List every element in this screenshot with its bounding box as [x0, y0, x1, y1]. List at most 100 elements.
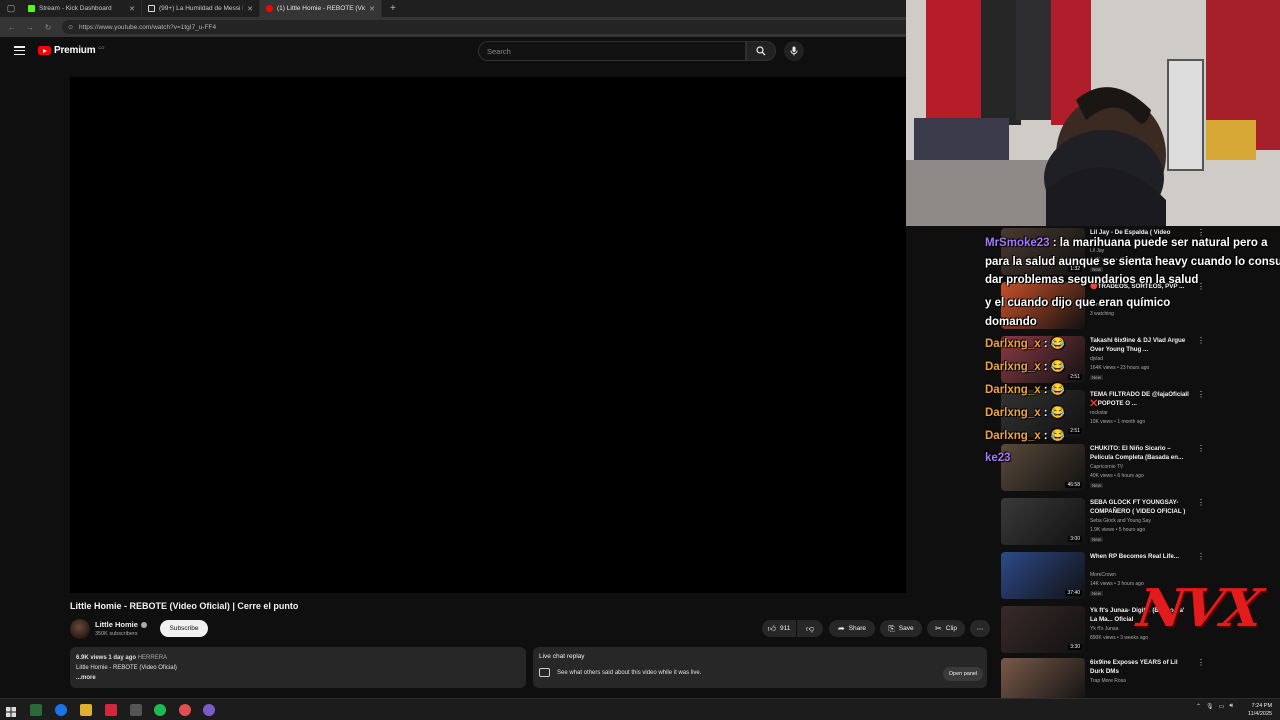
tab-tiktok[interactable]: (99+) La Humildad de Messi El M... ✕	[142, 0, 260, 17]
system-tray[interactable]: ⌃ 🎙︎ ▭ 🔊︎	[1196, 703, 1233, 710]
upload-age: 1 day ago	[108, 655, 137, 661]
recommendation-thumbnail[interactable]: 3:30	[1001, 606, 1085, 653]
tab-youtube-video[interactable]: (1) Little Homie - REBOTE (Video ✕	[260, 0, 382, 17]
recommendation-channel[interactable]: djvlad	[1090, 356, 1103, 362]
recommendation-views: 14K views • 3 hours ago	[1090, 581, 1144, 587]
search-button[interactable]	[746, 41, 776, 61]
chat-separator: :	[1040, 430, 1051, 442]
recommendation-channel[interactable]: Trap More Rosa	[1090, 678, 1126, 684]
youtube-premium-logo[interactable]: Premium CO	[38, 45, 104, 56]
more-horizontal-icon: ⋯	[976, 625, 984, 633]
pen-icon[interactable]	[130, 704, 142, 716]
voice-search-button[interactable]	[784, 41, 804, 61]
search-icon	[756, 46, 766, 56]
recommendation-title[interactable]: Takashi 6ix9ine & DJ Vlad Argue Over You…	[1090, 336, 1190, 354]
recommendation-channel[interactable]: Seba Glock and Young Say	[1090, 518, 1151, 524]
more-vert-icon[interactable]: ⋮	[1197, 498, 1205, 507]
menu-icon[interactable]	[14, 46, 25, 55]
chevron-up-icon[interactable]: ⌃	[1196, 703, 1201, 710]
recommendation-channel[interactable]: MoreCrown	[1090, 572, 1116, 578]
tab-kick-dashboard[interactable]: Stream - Kick Dashboard ✕	[22, 0, 142, 17]
more-vert-icon[interactable]: ⋮	[1197, 444, 1205, 453]
thumbs-down-icon: 👎︎	[805, 623, 815, 633]
recommendation-channel[interactable]: rockstar	[1090, 410, 1108, 416]
description-tag: HERRERA	[137, 655, 168, 661]
recommendation-title[interactable]: SEBA GLOCK FT YOUNGSAY- COMPAÑERO ( VIDE…	[1090, 498, 1190, 516]
app-icon-red[interactable]	[105, 704, 117, 716]
screen: ▢ Stream - Kick Dashboard ✕ (99+) La Hum…	[0, 0, 1280, 720]
forward-icon[interactable]: →	[24, 23, 36, 32]
close-tab-icon[interactable]: ✕	[129, 5, 135, 13]
back-icon[interactable]: ←	[6, 23, 18, 32]
tab-label: (99+) La Humildad de Messi El M...	[159, 5, 243, 12]
subscribe-button[interactable]: Subscribe	[160, 620, 208, 637]
recommendation-thumbnail[interactable]: 46:58	[1001, 444, 1085, 491]
chat-text: la marihuana puede ser natural pero a	[1059, 237, 1268, 249]
duration-badge: 46:58	[1065, 482, 1082, 488]
new-tab-icon[interactable]: +	[382, 3, 404, 14]
chat-message: Darlxng_x : 😂	[985, 429, 1065, 443]
more-vert-icon[interactable]: ⋮	[1197, 658, 1205, 667]
live-chat-replay-box: Live chat replay See what others said ab…	[533, 647, 987, 688]
chat-message: para la salud aunque se sienta heavy cua…	[985, 255, 1280, 269]
file-explorer-icon[interactable]	[80, 704, 92, 716]
recommendation-title[interactable]: When RP Becomes Real Life...	[1090, 552, 1190, 561]
reload-icon[interactable]: ↻	[42, 23, 54, 32]
search-input[interactable]: Search	[478, 41, 746, 61]
recommendation-thumbnail[interactable]: 3:00	[1001, 498, 1085, 545]
more-vert-icon[interactable]: ⋮	[1197, 552, 1205, 561]
recommendation-title[interactable]: 6ix9ine Exposes YEARS of Lil Durk DMs	[1090, 658, 1190, 676]
view-count: 6.9K views	[76, 655, 107, 661]
recommendation-title[interactable]: TEMA FILTRADO DE @lajaOficiall ❌POPOTE O…	[1090, 390, 1190, 408]
save-button[interactable]: ⎘ Save	[880, 620, 922, 637]
channel-avatar[interactable]	[70, 619, 90, 639]
more-vert-icon[interactable]: ⋮	[1197, 336, 1205, 345]
recommendation-item[interactable]: 46:58 CHUKITO: El Niño Sicario – Película…	[1001, 444, 1280, 496]
recommendation-channel[interactable]: Yk ft's Junaa	[1090, 626, 1118, 632]
show-more-link[interactable]: ...more	[76, 673, 520, 683]
like-button[interactable]: 👍︎ 911	[762, 620, 796, 637]
url-field[interactable]: ⊙ https://www.youtube.com/watch?v=1tgI7_…	[62, 20, 942, 34]
more-actions-button[interactable]: ⋯	[970, 620, 990, 637]
microphone-tray-icon[interactable]: 🎙︎	[1206, 703, 1214, 710]
spotify-icon[interactable]	[154, 704, 166, 716]
description-box[interactable]: 6.9K views 1 day ago HERRERA Little Homi…	[70, 647, 526, 688]
close-tab-icon[interactable]: ✕	[369, 5, 375, 13]
volume-icon[interactable]: 🔊︎	[1229, 703, 1233, 710]
chat-text: 😂	[1050, 361, 1066, 373]
recommendation-channel[interactable]: Capricornio TV	[1090, 464, 1123, 470]
clip-button[interactable]: ✂ Clip	[927, 620, 965, 637]
more-vert-icon[interactable]: ⋮	[1197, 390, 1205, 399]
recommendation-title[interactable]: CHUKITO: El Niño Sicario – Película Comp…	[1090, 444, 1190, 462]
chat-text: dar problemas segundarios en la salud	[985, 274, 1199, 286]
start-icon[interactable]	[6, 704, 18, 717]
chrome-icon[interactable]	[55, 704, 67, 716]
obs-icon[interactable]	[203, 704, 215, 716]
open-panel-button[interactable]: Open panel	[943, 667, 983, 681]
channel-name-row[interactable]: Little Homie	[95, 620, 147, 629]
chat-text: 😂	[1050, 338, 1066, 350]
dislike-button[interactable]: 👎︎	[797, 620, 823, 637]
share-button[interactable]: ➦ Share	[829, 620, 875, 637]
chat-username: Darlxng_x	[985, 407, 1041, 419]
chat-message: Darlxng_x : 😂	[985, 406, 1065, 420]
video-player[interactable]	[70, 77, 906, 593]
site-info-icon[interactable]: ⊙	[68, 24, 73, 31]
chat-username: Darlxng_x	[985, 430, 1041, 442]
recommendation-thumbnail[interactable]: 37:40	[1001, 552, 1085, 599]
kick-icon	[28, 5, 35, 12]
chrome-icon-2[interactable]	[179, 704, 191, 716]
chat-text: 😂	[1050, 430, 1066, 442]
live-chat-heading: Live chat replay	[539, 653, 585, 660]
recommendation-item[interactable]: 3:00 SEBA GLOCK FT YOUNGSAY- COMPAÑERO ( …	[1001, 498, 1280, 550]
new-badge: New	[1090, 591, 1104, 596]
chat-bubble-icon	[539, 668, 550, 677]
close-tab-icon[interactable]: ✕	[247, 5, 253, 13]
window-menu-icon[interactable]: ▢	[0, 0, 22, 17]
youtube-logo-icon	[38, 46, 51, 55]
clock[interactable]: 7:24 PM 11/4/2025	[1248, 702, 1272, 718]
app-icon[interactable]	[30, 704, 42, 716]
recommendation-views: 10K views • 1 month ago	[1090, 419, 1146, 425]
network-icon[interactable]: ▭	[1219, 703, 1225, 710]
chat-text: 😂	[1050, 384, 1066, 396]
